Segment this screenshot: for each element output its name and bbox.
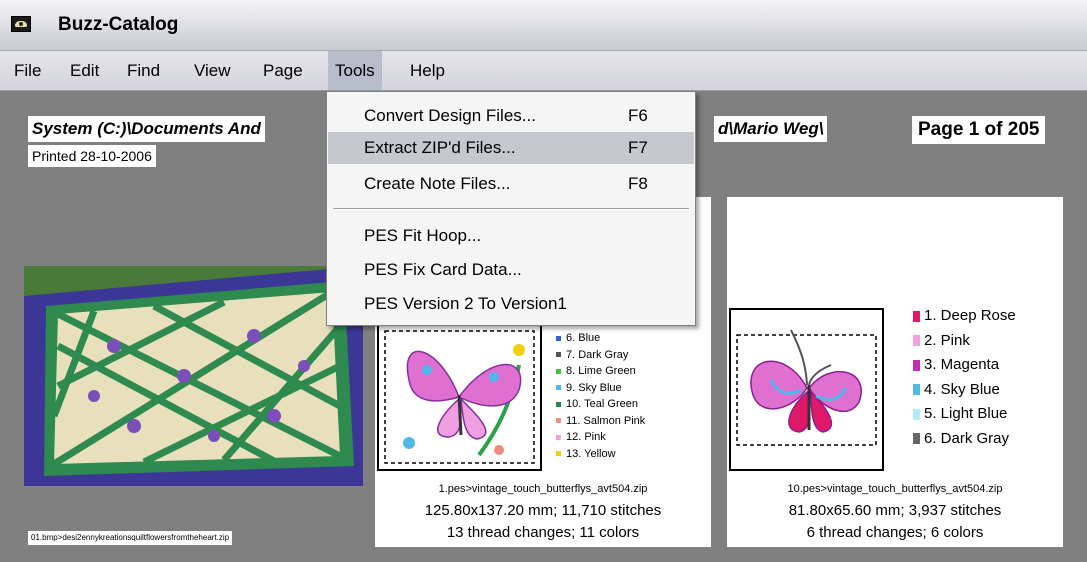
menu-item-extract-zip-files[interactable]: Extract ZIP'd Files... F7 [328,132,694,164]
color-swatch [913,433,920,445]
legend-item: 1. Deep Rose [913,307,1016,332]
design-filename: 1.pes>vintage_touch_butterflys_avt504.zi… [438,483,648,495]
menu-page[interactable]: Page [256,51,310,90]
color-swatch [556,385,561,391]
menu-find[interactable]: Find [120,51,167,90]
thread-legend: 6. Blue 7. Dark Gray 8. Lime Green 9. Sk… [556,332,645,464]
thread-legend: 1. Deep Rose 2. Pink 3. Magenta 4. Sky B… [913,307,1016,454]
menu-edit[interactable]: Edit [63,51,106,90]
color-swatch [556,368,561,374]
design-summary: 13 thread changes; 11 colors [446,524,640,541]
color-swatch [556,418,561,424]
color-swatch [556,401,561,407]
legend-item: 9. Sky Blue [556,382,645,399]
legend-item: 6. Blue [556,332,645,349]
legend-item: 3. Magenta [913,356,1016,381]
design-dimensions: 125.80x137.20 mm; 11,710 stitches [424,502,662,519]
page-path: System (C:)\Documents And [28,116,265,142]
color-swatch [913,359,920,371]
color-swatch [556,451,561,457]
page-number: Page 1 of 205 [912,116,1046,144]
design-thumbnail[interactable] [377,323,542,471]
app-window: { "window": { "title": "Buzz-Catalog" },… [0,0,1087,562]
menu-item-pes-fix-card-data[interactable]: PES Fix Card Data... [328,254,694,286]
app-icon[interactable] [11,16,31,32]
color-swatch [913,408,920,420]
butterfly-design-preview [384,330,535,464]
window-title: Buzz-Catalog [58,14,179,35]
tools-menu-dropdown: Convert Design Files... F6 Extract ZIP'd… [326,91,696,326]
design-dimensions: 81.80x65.60 mm; 3,937 stitches [788,502,1002,519]
design-summary: 6 thread changes; 6 colors [806,524,984,541]
legend-item: 4. Sky Blue [913,381,1016,406]
legend-item: 5. Light Blue [913,405,1016,430]
legend-item: 12. Pink [556,431,645,448]
design-thumbnail[interactable] [729,308,884,471]
legend-item: 8. Lime Green [556,365,645,382]
title-bar: Buzz-Catalog [0,0,1087,51]
color-swatch [913,335,920,347]
color-swatch [556,434,561,440]
color-swatch [913,384,920,396]
menu-separator [333,208,689,210]
legend-item: 7. Dark Gray [556,349,645,366]
quilt-picture [24,266,363,486]
design-card-2[interactable]: 1. Deep Rose 2. Pink 3. Magenta 4. Sky B… [727,197,1063,547]
color-swatch [556,335,561,341]
legend-item: 11. Salmon Pink [556,415,645,432]
printed-date: Printed 28-10-2006 [28,145,156,167]
menu-item-pes-fit-hoop[interactable]: PES Fit Hoop... [328,220,694,252]
menu-view[interactable]: View [187,51,238,90]
menu-item-convert-design-files[interactable]: Convert Design Files... F6 [328,100,694,132]
color-swatch [556,352,561,358]
butterfly-design-preview [736,329,877,446]
legend-item: 6. Dark Gray [913,430,1016,455]
color-swatch [913,310,920,322]
menu-tools[interactable]: Tools [328,51,382,90]
page-path-continued: d\Mario Weg\ [714,116,828,142]
quilt-caption: 01.bmp>desi2ennykreationsquiltflowersfro… [28,531,233,545]
menu-item-create-note-files[interactable]: Create Note Files... F8 [328,168,694,200]
menu-file[interactable]: File [7,51,48,90]
menu-help[interactable]: Help [403,51,452,90]
design-filename: 10.pes>vintage_touch_butterflys_avt504.z… [787,483,1003,495]
legend-item: 2. Pink [913,332,1016,357]
menu-bar: File Edit Find View Page Tools Help [0,51,1087,91]
legend-item: 13. Yellow [556,448,645,465]
quilt-image[interactable] [24,266,363,486]
legend-item: 10. Teal Green [556,398,645,415]
menu-item-pes-version-2-to-version1[interactable]: PES Version 2 To Version1 [328,288,694,320]
